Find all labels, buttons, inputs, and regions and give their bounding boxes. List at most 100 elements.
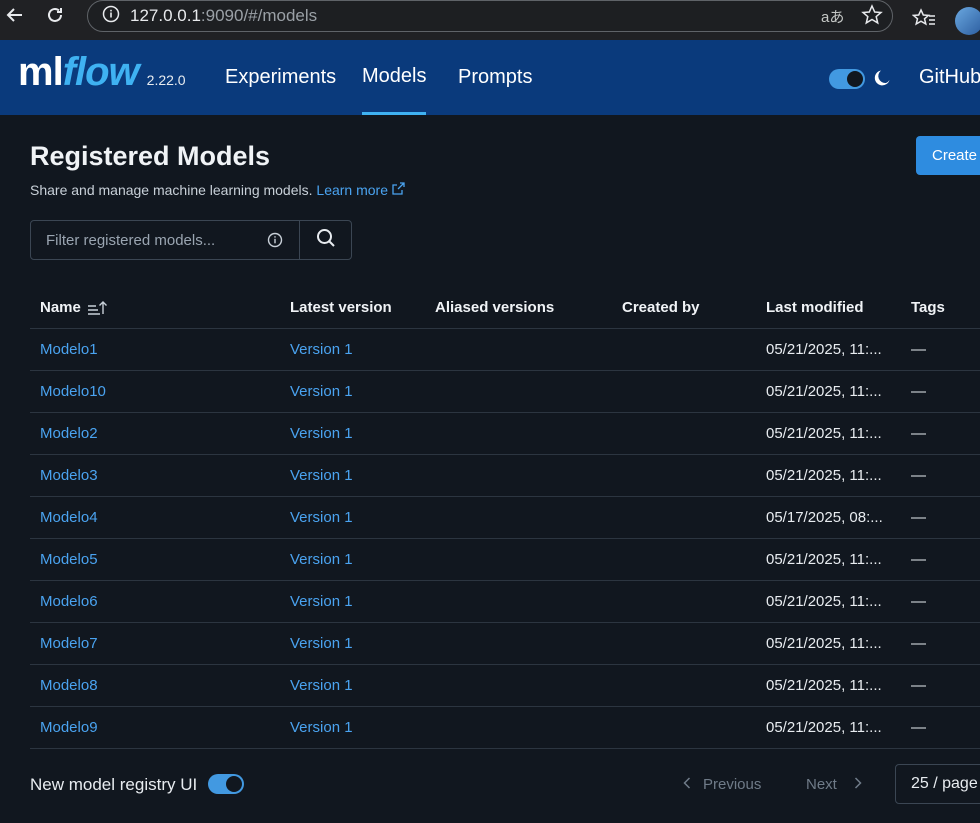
latest-version-link[interactable]: Version 1 bbox=[290, 371, 353, 412]
tags-cell: — bbox=[911, 425, 926, 442]
table-row: Modelo9 Version 1 05/21/2025, 11:... — bbox=[30, 707, 980, 749]
models-table: Name Latest version Aliased versions Cre… bbox=[30, 287, 980, 749]
model-name-link[interactable]: Modelo6 bbox=[40, 581, 98, 622]
url-host: 127.0.0.1 bbox=[130, 6, 201, 25]
github-link[interactable]: GitHub bbox=[919, 40, 980, 115]
back-icon[interactable] bbox=[0, 0, 30, 30]
nav-prompts[interactable]: Prompts bbox=[458, 40, 532, 115]
column-tags: Tags bbox=[911, 299, 945, 316]
bookmark-star-icon[interactable] bbox=[861, 4, 883, 31]
profile-avatar[interactable] bbox=[955, 7, 980, 35]
latest-version-link[interactable]: Version 1 bbox=[290, 623, 353, 664]
latest-version-link[interactable]: Version 1 bbox=[290, 413, 353, 454]
url-text: 127.0.0.1:9090/#/models bbox=[130, 6, 317, 26]
table-row: Modelo6 Version 1 05/21/2025, 11:... — bbox=[30, 581, 980, 623]
subtitle-text: Share and manage machine learning models… bbox=[30, 182, 313, 198]
tags-cell: — bbox=[911, 719, 926, 736]
search-icon bbox=[316, 228, 336, 253]
browser-toolbar: 127.0.0.1:9090/#/models aあ bbox=[0, 0, 980, 40]
previous-page-button[interactable]: Previous bbox=[683, 776, 761, 793]
model-name-link[interactable]: Modelo10 bbox=[40, 371, 106, 412]
last-modified-cell: 05/21/2025, 11:... bbox=[766, 551, 882, 568]
column-name-label: Name bbox=[40, 299, 81, 316]
table-row: Modelo1 Version 1 05/21/2025, 11:... — bbox=[30, 329, 980, 371]
tags-cell: — bbox=[911, 677, 926, 694]
model-name-link[interactable]: Modelo5 bbox=[40, 539, 98, 580]
next-page-button[interactable]: Next bbox=[806, 776, 862, 793]
tags-cell: — bbox=[911, 635, 926, 652]
tags-cell: — bbox=[911, 383, 926, 400]
translate-icon[interactable]: aあ bbox=[821, 6, 844, 27]
table-row: Modelo5 Version 1 05/21/2025, 11:... — bbox=[30, 539, 980, 581]
sort-ascending-icon[interactable] bbox=[87, 300, 107, 316]
last-modified-cell: 05/17/2025, 08:... bbox=[766, 509, 883, 526]
table-row: Modelo10 Version 1 05/21/2025, 11:... — bbox=[30, 371, 980, 413]
column-last-modified: Last modified bbox=[766, 299, 864, 316]
tags-cell: — bbox=[911, 551, 926, 568]
last-modified-cell: 05/21/2025, 11:... bbox=[766, 677, 882, 694]
nav-models[interactable]: Models bbox=[362, 40, 427, 115]
model-name-link[interactable]: Modelo8 bbox=[40, 665, 98, 706]
last-modified-cell: 05/21/2025, 11:... bbox=[766, 719, 882, 736]
chevron-left-icon bbox=[683, 776, 691, 793]
search-button[interactable] bbox=[299, 221, 351, 259]
mlflow-logo[interactable]: ml flow 2.22.0 bbox=[18, 50, 186, 94]
latest-version-link[interactable]: Version 1 bbox=[290, 329, 353, 370]
latest-version-link[interactable]: Version 1 bbox=[290, 497, 353, 538]
info-icon[interactable] bbox=[267, 232, 283, 253]
column-created-by: Created by bbox=[622, 299, 700, 316]
create-model-button[interactable]: Create bbox=[916, 136, 980, 175]
column-aliased-versions: Aliased versions bbox=[435, 299, 555, 316]
table-row: Modelo7 Version 1 05/21/2025, 11:... — bbox=[30, 623, 980, 665]
site-info-icon[interactable] bbox=[102, 5, 120, 28]
learn-more-link[interactable]: Learn more bbox=[316, 182, 405, 198]
table-row: Modelo8 Version 1 05/21/2025, 11:... — bbox=[30, 665, 980, 707]
last-modified-cell: 05/21/2025, 11:... bbox=[766, 635, 882, 652]
last-modified-cell: 05/21/2025, 11:... bbox=[766, 425, 882, 442]
previous-label: Previous bbox=[703, 776, 762, 793]
latest-version-link[interactable]: Version 1 bbox=[290, 707, 353, 748]
model-name-link[interactable]: Modelo7 bbox=[40, 623, 98, 664]
latest-version-link[interactable]: Version 1 bbox=[290, 665, 353, 706]
tags-cell: — bbox=[911, 467, 926, 484]
tags-cell: — bbox=[911, 509, 926, 526]
moon-icon bbox=[872, 68, 892, 93]
last-modified-cell: 05/21/2025, 11:... bbox=[766, 341, 882, 358]
page-size-select[interactable]: 25 / page bbox=[895, 764, 980, 804]
search-input[interactable] bbox=[31, 221, 300, 259]
model-name-link[interactable]: Modelo3 bbox=[40, 455, 98, 496]
nav-experiments[interactable]: Experiments bbox=[225, 40, 336, 115]
latest-version-link[interactable]: Version 1 bbox=[290, 581, 353, 622]
tags-cell: — bbox=[911, 341, 926, 358]
table-row: Modelo4 Version 1 05/17/2025, 08:... — bbox=[30, 497, 980, 539]
registry-ui-toggle[interactable] bbox=[208, 774, 244, 799]
table-header: Name Latest version Aliased versions Cre… bbox=[30, 287, 980, 329]
model-name-link[interactable]: Modelo1 bbox=[40, 329, 98, 370]
last-modified-cell: 05/21/2025, 11:... bbox=[766, 593, 882, 610]
version-label: 2.22.0 bbox=[146, 72, 186, 88]
logo-flow: flow bbox=[62, 50, 140, 94]
logo-ml: ml bbox=[18, 50, 64, 94]
table-row: Modelo3 Version 1 05/21/2025, 11:... — bbox=[30, 455, 980, 497]
last-modified-cell: 05/21/2025, 11:... bbox=[766, 467, 882, 484]
model-name-link[interactable]: Modelo2 bbox=[40, 413, 98, 454]
favorites-icon[interactable] bbox=[911, 8, 936, 35]
learn-more-label: Learn more bbox=[316, 182, 388, 198]
latest-version-link[interactable]: Version 1 bbox=[290, 539, 353, 580]
model-name-link[interactable]: Modelo4 bbox=[40, 497, 98, 538]
latest-version-link[interactable]: Version 1 bbox=[290, 455, 353, 496]
search-box bbox=[30, 220, 352, 260]
chevron-right-icon bbox=[854, 776, 862, 793]
external-link-icon bbox=[392, 182, 405, 198]
reload-icon[interactable] bbox=[40, 0, 70, 30]
tags-cell: — bbox=[911, 593, 926, 610]
page-title: Registered Models bbox=[30, 141, 271, 171]
model-name-link[interactable]: Modelo9 bbox=[40, 707, 98, 748]
column-latest-version: Latest version bbox=[290, 299, 392, 316]
next-label: Next bbox=[806, 776, 837, 793]
column-name[interactable]: Name bbox=[40, 287, 107, 328]
page-subtitle: Share and manage machine learning models… bbox=[30, 182, 405, 198]
registry-toggle-label: New model registry UI bbox=[30, 775, 198, 794]
dark-mode-toggle[interactable] bbox=[829, 69, 865, 94]
address-bar[interactable]: 127.0.0.1:9090/#/models aあ bbox=[87, 0, 893, 32]
